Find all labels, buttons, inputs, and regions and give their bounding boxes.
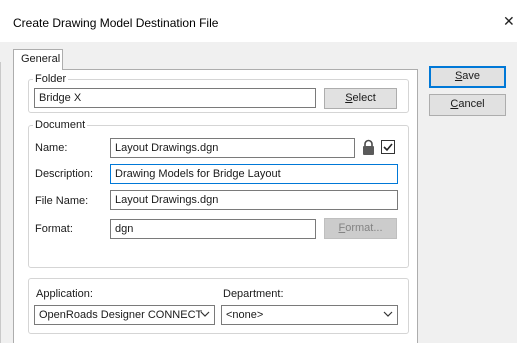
folder-legend: Folder bbox=[33, 73, 69, 85]
file-name-input[interactable]: Layout Drawings.dgn bbox=[110, 190, 398, 210]
application-value: OpenRoads Designer CONNECT bbox=[39, 309, 203, 321]
name-value: Layout Drawings.dgn bbox=[115, 142, 219, 154]
name-label: Name: bbox=[35, 142, 68, 154]
lock-icon[interactable] bbox=[361, 139, 376, 156]
cancel-button[interactable]: Cancel bbox=[429, 94, 506, 116]
tab-general[interactable]: General bbox=[13, 49, 63, 70]
tab-general-label: General bbox=[21, 53, 61, 65]
description-value: Drawing Models for Bridge Layout bbox=[115, 168, 281, 180]
description-input[interactable]: Drawing Models for Bridge Layout bbox=[110, 164, 398, 184]
checkmark-icon bbox=[383, 143, 393, 152]
description-label: Description: bbox=[35, 168, 94, 180]
folder-input[interactable]: Bridge X bbox=[34, 88, 316, 108]
cancel-label: ancel bbox=[458, 98, 485, 110]
file-name-label: File Name: bbox=[35, 195, 89, 207]
dialog-title: Create Drawing Model Destination File bbox=[13, 16, 219, 30]
chevron-down-icon bbox=[200, 308, 210, 323]
format-button[interactable]: Format... bbox=[324, 218, 397, 239]
format-input[interactable]: dgn bbox=[110, 219, 316, 239]
folder-value: Bridge X bbox=[39, 92, 82, 104]
select-mnemonic: S bbox=[345, 92, 353, 104]
window-left-edge bbox=[0, 62, 1, 343]
title-bar: Create Drawing Model Destination File ✕ bbox=[0, 0, 517, 42]
save-button[interactable]: Save bbox=[429, 66, 506, 88]
name-input[interactable]: Layout Drawings.dgn bbox=[110, 138, 355, 158]
department-value: <none> bbox=[226, 309, 264, 321]
file-name-value: Layout Drawings.dgn bbox=[115, 194, 219, 206]
format-button-label: ormat... bbox=[345, 222, 383, 234]
department-select[interactable]: <none> bbox=[221, 305, 398, 325]
lock-icon-graphic bbox=[363, 139, 374, 155]
chevron-down-icon bbox=[383, 308, 393, 323]
department-label: Department: bbox=[223, 288, 284, 300]
application-label: Application: bbox=[36, 288, 93, 300]
name-sync-checkbox[interactable] bbox=[381, 140, 395, 154]
format-value: dgn bbox=[115, 223, 134, 235]
format-label: Format: bbox=[35, 223, 73, 235]
application-select[interactable]: OpenRoads Designer CONNECT bbox=[34, 305, 215, 325]
select-label: elect bbox=[352, 92, 376, 104]
select-folder-button[interactable]: Select bbox=[324, 88, 397, 109]
save-label: ave bbox=[462, 70, 481, 82]
document-legend: Document bbox=[33, 119, 88, 131]
close-icon[interactable]: ✕ bbox=[503, 13, 517, 29]
